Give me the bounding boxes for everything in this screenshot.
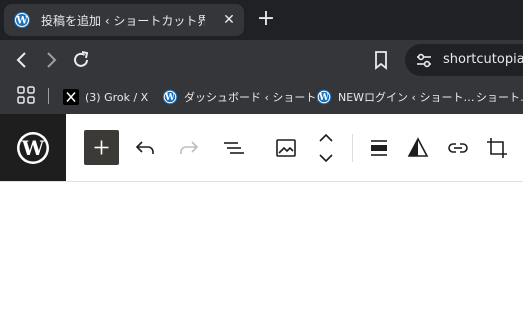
site-info-icon[interactable] [413, 49, 435, 71]
wordpress-logo-icon: W [17, 131, 49, 164]
wordpress-icon: W [316, 89, 332, 105]
move-up-down-icon[interactable] [314, 131, 338, 165]
editor-toolbar [0, 114, 523, 182]
bookmark-label: (3) Grok / X [85, 90, 149, 104]
back-icon[interactable] [11, 49, 33, 71]
link-icon[interactable] [446, 136, 470, 160]
apps-grid-icon[interactable] [16, 85, 36, 105]
forward-icon[interactable] [40, 49, 62, 71]
crop-icon[interactable] [485, 136, 509, 160]
bookmark-star-icon[interactable] [370, 49, 392, 71]
wordpress-icon: W [13, 11, 31, 29]
x-logo-icon [63, 89, 79, 105]
bookmark-label: ダッシュボード ‹ ショート… [184, 91, 328, 104]
bookmarks-separator [48, 88, 49, 104]
bookmark-label: ショート… [476, 91, 523, 104]
bookmark-shortcut[interactable]: W ショート… [470, 87, 523, 107]
wordpress-icon: W [162, 89, 178, 105]
bookmark-grok[interactable]: (3) Grok / X [63, 87, 148, 107]
undo-icon[interactable] [133, 136, 157, 160]
bookmark-new-login[interactable]: W NEWログイン ‹ ショート… [316, 87, 474, 107]
bookmark-label: NEWログイン ‹ ショート… [338, 91, 475, 104]
align-icon[interactable] [367, 136, 391, 160]
add-block-button[interactable] [84, 130, 119, 165]
document-overview-icon[interactable] [221, 136, 245, 160]
editor-canvas[interactable] [0, 182, 523, 315]
browser-tab[interactable]: W 投稿を追加 ‹ ショートカット界/Shortcutopia ✕ [4, 4, 244, 36]
new-tab-icon[interactable]: + [256, 8, 276, 32]
reload-icon[interactable] [70, 49, 92, 71]
svg-text:W: W [164, 93, 175, 103]
toolbar-divider [352, 134, 353, 162]
svg-text:W: W [21, 136, 45, 160]
close-tab-icon[interactable]: ✕ [220, 11, 238, 29]
contrast-icon[interactable] [406, 136, 430, 160]
wordpress-logo-button[interactable]: W [0, 114, 66, 181]
bookmark-dashboard[interactable]: W ダッシュボード ‹ ショート… [162, 87, 327, 107]
address-url: shortcutopia. [443, 52, 523, 67]
redo-icon[interactable] [177, 136, 201, 160]
image-icon[interactable] [274, 136, 298, 160]
svg-text:W: W [15, 16, 28, 27]
svg-text:W: W [318, 93, 329, 103]
add-block-icon [94, 140, 109, 155]
tab-title: 投稿を追加 ‹ ショートカット界/Shortcutopia [41, 13, 205, 28]
